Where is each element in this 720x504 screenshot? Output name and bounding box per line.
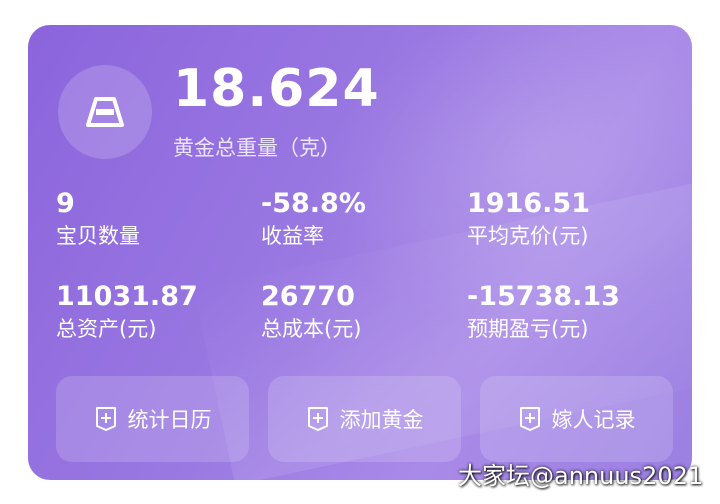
stat-item-count: 9 宝贝数量 bbox=[56, 188, 140, 250]
add-gold-button[interactable]: 添加黄金 bbox=[268, 376, 461, 462]
stat-value: 9 bbox=[56, 188, 75, 219]
plus-tag-icon bbox=[307, 407, 328, 431]
total-weight-value: 18.624 bbox=[173, 59, 380, 119]
stat-label: 平均克价(元) bbox=[467, 224, 589, 248]
button-label: 嫁人记录 bbox=[551, 408, 636, 432]
stats-calendar-button[interactable]: 统计日历 bbox=[56, 376, 249, 462]
stat-label: 总成本(元) bbox=[261, 317, 362, 341]
button-label: 添加黄金 bbox=[339, 408, 424, 432]
stat-label: 预期盈亏(元) bbox=[467, 317, 589, 341]
stat-label: 总资产(元) bbox=[56, 317, 157, 341]
stat-value: -58.8% bbox=[261, 188, 366, 219]
gold-summary-card: 18.624 黄金总重量（克） 9 宝贝数量 -58.8% 收益率 1916.5… bbox=[28, 25, 692, 480]
stat-value: 11031.87 bbox=[56, 281, 198, 312]
stat-value: 26770 bbox=[261, 281, 355, 312]
stat-label: 收益率 bbox=[261, 224, 324, 248]
stat-total-assets: 11031.87 总资产(元) bbox=[56, 281, 198, 343]
stat-value: 1916.51 bbox=[467, 188, 590, 219]
stat-return-rate: -58.8% 收益率 bbox=[261, 188, 366, 250]
button-label: 统计日历 bbox=[127, 408, 212, 432]
gold-bar-icon bbox=[58, 65, 152, 159]
total-weight-label: 黄金总重量（克） bbox=[173, 136, 341, 160]
stat-label: 宝贝数量 bbox=[56, 224, 140, 248]
stat-expected-pnl: -15738.13 预期盈亏(元) bbox=[467, 281, 620, 343]
watermark-text: 大家坛@annuus2021 bbox=[458, 462, 704, 490]
stat-total-cost: 26770 总成本(元) bbox=[261, 281, 361, 343]
plus-tag-icon bbox=[519, 407, 540, 431]
stat-value: -15738.13 bbox=[467, 281, 620, 312]
stat-avg-price: 1916.51 平均克价(元) bbox=[467, 188, 590, 250]
marriage-record-button[interactable]: 嫁人记录 bbox=[480, 376, 673, 462]
plus-tag-icon bbox=[95, 407, 116, 431]
